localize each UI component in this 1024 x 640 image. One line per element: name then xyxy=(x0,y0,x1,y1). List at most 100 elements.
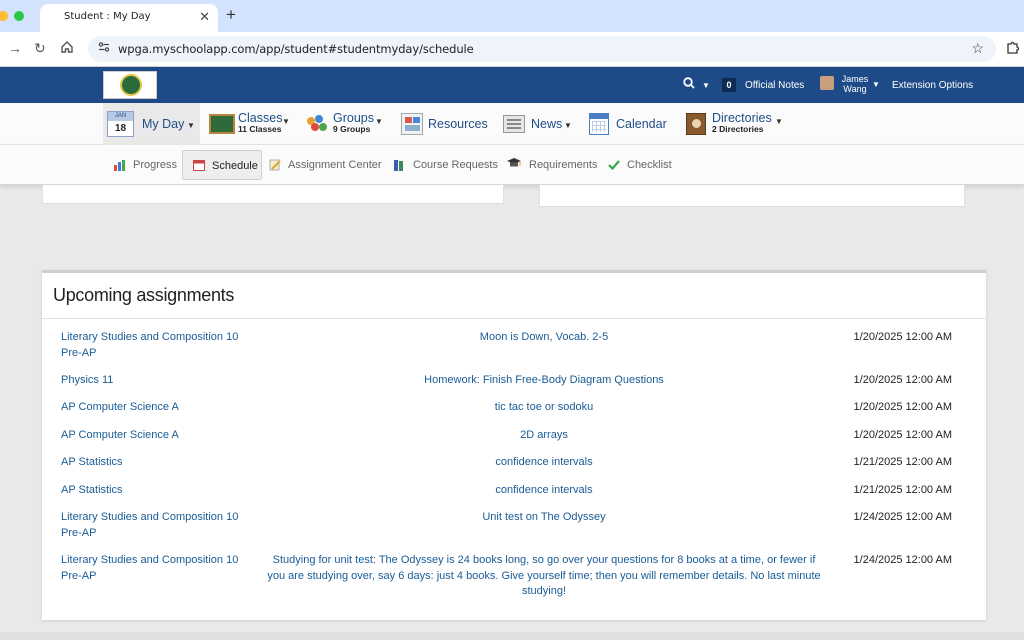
tab-title: Student : My Day xyxy=(64,11,151,22)
close-tab-icon[interactable]: ✕ xyxy=(199,9,210,25)
nav-my-day-label: My Day xyxy=(142,117,185,131)
subnav-progress-label: Progress xyxy=(133,159,178,171)
subnav-checklist-label: Checklist xyxy=(627,159,672,171)
nav-news-label: News xyxy=(531,117,563,131)
calendar-icon xyxy=(589,113,609,135)
assignment-link[interactable]: tic tac toe or sodoku xyxy=(264,400,824,416)
subnav-assignment-center-label: Assignment Center xyxy=(288,159,382,171)
course-link[interactable]: AP Computer Science A xyxy=(61,400,261,416)
search-caret-icon[interactable]: ▼ xyxy=(702,81,710,90)
browser-toolbar: → ↻ wpga.myschoolapp.com/app/student#stu… xyxy=(0,32,1024,67)
nav-directories[interactable]: Directories 2 Directories ▼ xyxy=(682,103,786,145)
divider xyxy=(42,318,986,319)
calendar-date-icon: JAN 18 xyxy=(107,111,134,137)
due-date: 1/20/2025 12:00 AM xyxy=(853,374,952,386)
nav-calendar-label: Calendar xyxy=(616,117,667,131)
due-date: 1/20/2025 12:00 AM xyxy=(853,331,952,343)
nav-groups-count: 9 Groups xyxy=(333,124,371,134)
address-bar[interactable]: wpga.myschoolapp.com/app/student#student… xyxy=(88,36,996,62)
groups-people-icon xyxy=(305,113,329,135)
chalkboard-icon xyxy=(209,114,235,134)
chevron-down-icon: ▼ xyxy=(282,117,290,126)
course-link[interactable]: AP Computer Science A xyxy=(61,428,261,444)
nav-directories-count: 2 Directories xyxy=(712,124,764,134)
notes-count-badge[interactable]: 0 xyxy=(722,78,736,92)
subnav-checklist[interactable]: Checklist xyxy=(605,150,677,180)
resources-icon xyxy=(401,113,423,135)
url-text: wpga.myschoolapp.com/app/student#student… xyxy=(118,42,474,56)
subnav-assignment-center[interactable]: Assignment Center xyxy=(266,150,386,180)
schedule-card-partial xyxy=(42,185,504,204)
subnav-schedule[interactable]: Schedule xyxy=(182,150,262,180)
new-tab-button[interactable]: + xyxy=(226,5,236,25)
due-date: 1/24/2025 12:00 AM xyxy=(853,554,952,566)
upcoming-assignments-title: Upcoming assignments xyxy=(53,285,235,305)
subnav-course-requests[interactable]: Course Requests xyxy=(390,150,498,180)
course-link[interactable]: Literary Studies and Composition 10 Pre-… xyxy=(61,330,261,361)
nav-resources-label: Resources xyxy=(428,117,488,131)
zoom-window-button[interactable] xyxy=(14,11,24,21)
user-menu-caret-icon[interactable]: ▼ xyxy=(872,80,880,89)
user-last-name: Wang xyxy=(843,84,867,94)
chevron-down-icon: ▼ xyxy=(187,121,195,130)
graduation-cap-icon xyxy=(506,157,522,175)
upcoming-assignments-card: Upcoming assignments Literary Studies an… xyxy=(42,270,986,620)
newspaper-icon xyxy=(503,115,525,133)
nav-news[interactable]: News ▼ xyxy=(500,103,576,145)
assignment-link[interactable]: Moon is Down, Vocab. 2-5 xyxy=(264,330,824,346)
due-date: 1/24/2025 12:00 AM xyxy=(853,511,952,523)
assignment-link[interactable]: Homework: Finish Free-Body Diagram Quest… xyxy=(264,373,824,389)
course-link[interactable]: Physics 11 xyxy=(61,373,261,389)
school-seal-icon xyxy=(120,74,142,96)
calendar-month: JAN xyxy=(108,112,133,121)
course-link[interactable]: Literary Studies and Composition 10 Pre-… xyxy=(61,553,261,584)
app-header: ▼ 0 Official Notes James Wang ▼ Extensio… xyxy=(0,67,1024,103)
assignment-link[interactable]: Studying for unit test: The Odyssey is 2… xyxy=(264,553,824,600)
subnav-course-requests-label: Course Requests xyxy=(413,159,498,171)
assignment-link[interactable]: Unit test on The Odyssey xyxy=(264,510,824,526)
assignment-link[interactable]: 2D arrays xyxy=(264,428,824,444)
user-first-name: James xyxy=(841,74,869,84)
nav-directories-label: Directories xyxy=(712,111,772,125)
pencil-paper-icon xyxy=(269,158,281,176)
nav-my-day[interactable]: JAN 18 My Day ▼ xyxy=(103,103,200,145)
extensions-puzzle-icon[interactable] xyxy=(1006,40,1020,57)
nav-resources[interactable]: Resources xyxy=(398,103,488,145)
due-date: 1/20/2025 12:00 AM xyxy=(853,429,952,441)
extension-options-link[interactable]: Extension Options xyxy=(892,80,973,91)
official-notes-link[interactable]: Official Notes xyxy=(745,80,804,91)
assignment-link[interactable]: confidence intervals xyxy=(264,483,824,499)
search-icon[interactable] xyxy=(683,77,695,92)
user-name[interactable]: James Wang xyxy=(840,74,870,94)
nav-classes[interactable]: Classes 11 Classes ▼ xyxy=(206,103,292,145)
chevron-down-icon: ▼ xyxy=(775,117,783,126)
subnav-requirements-label: Requirements xyxy=(529,159,598,171)
minimize-window-button[interactable] xyxy=(0,11,8,21)
browser-tab-bar: Student : My Day ✕ + xyxy=(0,0,1024,32)
schedule-calendar-icon xyxy=(193,158,205,176)
subnav-requirements[interactable]: Requirements xyxy=(503,150,601,180)
site-settings-icon[interactable] xyxy=(98,41,110,56)
main-nav: JAN 18 My Day ▼ Classes 11 Classes ▼ Gro… xyxy=(0,103,1024,145)
course-link[interactable]: AP Statistics xyxy=(61,455,261,471)
course-link[interactable]: AP Statistics xyxy=(61,483,261,499)
nav-calendar[interactable]: Calendar xyxy=(586,103,672,145)
subnav-progress[interactable]: Progress xyxy=(109,150,179,180)
reload-icon[interactable]: ↻ xyxy=(34,40,46,57)
course-link[interactable]: Literary Studies and Composition 10 Pre-… xyxy=(61,510,261,541)
school-logo[interactable] xyxy=(103,71,157,99)
assignment-link[interactable]: confidence intervals xyxy=(264,455,824,471)
user-avatar[interactable] xyxy=(820,76,834,90)
nav-groups-label: Groups xyxy=(333,111,374,125)
info-card-partial xyxy=(539,185,965,207)
browser-tab[interactable]: Student : My Day ✕ xyxy=(40,4,218,32)
nav-groups[interactable]: Groups 9 Groups ▼ xyxy=(302,103,386,145)
home-icon[interactable] xyxy=(60,40,74,57)
bookmark-star-icon[interactable]: ☆ xyxy=(971,40,984,57)
books-icon xyxy=(393,158,405,176)
forward-arrow-icon[interactable]: → xyxy=(8,40,22,56)
sub-nav: Progress Schedule Assignment Center Cour… xyxy=(0,145,1024,185)
nav-classes-count: 11 Classes xyxy=(238,124,282,134)
bar-chart-icon xyxy=(113,158,125,176)
subnav-schedule-label: Schedule xyxy=(212,160,258,172)
